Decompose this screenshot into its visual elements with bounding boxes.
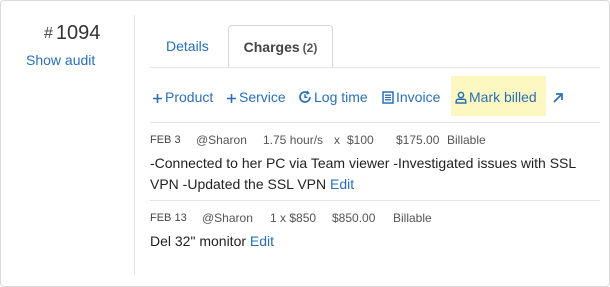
add-product-label: Product bbox=[165, 89, 214, 105]
charge-status: Billable bbox=[393, 211, 432, 225]
plus-icon bbox=[152, 76, 163, 118]
person-icon bbox=[455, 76, 467, 118]
external-arrow-icon bbox=[552, 76, 564, 118]
invoice-label: Invoice bbox=[396, 89, 441, 105]
invoice-icon bbox=[382, 76, 394, 118]
tab-charges[interactable]: Charges (2) bbox=[228, 25, 333, 67]
tab-charges-label: Charges bbox=[243, 39, 300, 55]
charge-user: @Sharon bbox=[196, 133, 247, 147]
plus-icon bbox=[226, 76, 237, 118]
ticket-hash: # bbox=[44, 25, 53, 42]
tab-details-label: Details bbox=[166, 38, 209, 54]
log-time-button[interactable]: Log time bbox=[298, 76, 368, 116]
column-divider bbox=[134, 15, 135, 275]
charge-total: $175.00 bbox=[396, 133, 440, 147]
ticket-number-value: 1094 bbox=[55, 22, 101, 44]
tab-details[interactable]: Details bbox=[150, 25, 228, 67]
charge-meta: FEB 13 @Sharon 1 x $850 $850.00 Billable bbox=[150, 211, 600, 227]
entry-divider bbox=[150, 200, 600, 201]
charge-description: Del 32" monitor Edit bbox=[150, 231, 600, 252]
tab-charges-count: (2) bbox=[302, 41, 318, 55]
charge-quantity: 1.75 hour/s bbox=[263, 133, 324, 147]
charge-edit-link[interactable]: Edit bbox=[250, 233, 274, 249]
tabs-underline bbox=[150, 67, 600, 68]
charges-toolbar: Product Service Log time Invoice Mark bi… bbox=[150, 76, 600, 116]
toolbar-divider bbox=[150, 122, 600, 123]
charge-quantity: 1 x $850 bbox=[270, 211, 317, 225]
charge-user: @Sharon bbox=[202, 211, 253, 225]
charge-status: Billable bbox=[447, 133, 486, 147]
invoice-button[interactable]: Invoice bbox=[382, 76, 440, 116]
add-service-label: Service bbox=[239, 89, 286, 105]
charge-entry: FEB 13 @Sharon 1 x $850 $850.00 Billable… bbox=[150, 211, 600, 252]
charge-entry: FEB 3 @Sharon 1.75 hour/s x $100 $175.00… bbox=[150, 133, 600, 195]
add-service-button[interactable]: Service bbox=[226, 76, 286, 116]
mark-billed-button[interactable]: Mark billed bbox=[451, 76, 546, 116]
charge-total: $850.00 bbox=[332, 211, 376, 225]
add-product-button[interactable]: Product bbox=[152, 76, 213, 116]
clock-refresh-icon bbox=[298, 76, 312, 118]
external-link-button[interactable] bbox=[550, 76, 568, 116]
charge-date: FEB 3 bbox=[150, 134, 181, 146]
charge-rate: $100 bbox=[347, 133, 374, 147]
charge-meta: FEB 3 @Sharon 1.75 hour/s x $100 $175.00… bbox=[150, 133, 600, 149]
ticket-number: #1094 bbox=[44, 22, 100, 45]
mark-billed-label: Mark billed bbox=[469, 89, 537, 105]
charge-date: FEB 13 bbox=[150, 212, 187, 224]
charge-edit-link[interactable]: Edit bbox=[330, 176, 354, 192]
charge-description-text: -Connected to her PC via Team viewer -In… bbox=[150, 155, 576, 192]
charge-times: x bbox=[334, 133, 340, 147]
show-audit-link[interactable]: Show audit bbox=[26, 52, 95, 68]
charge-description: -Connected to her PC via Team viewer -In… bbox=[150, 153, 600, 195]
ticket-sidebar: #1094 Show audit bbox=[0, 0, 135, 287]
log-time-label: Log time bbox=[314, 89, 368, 105]
charge-description-text: Del 32" monitor bbox=[150, 233, 247, 249]
